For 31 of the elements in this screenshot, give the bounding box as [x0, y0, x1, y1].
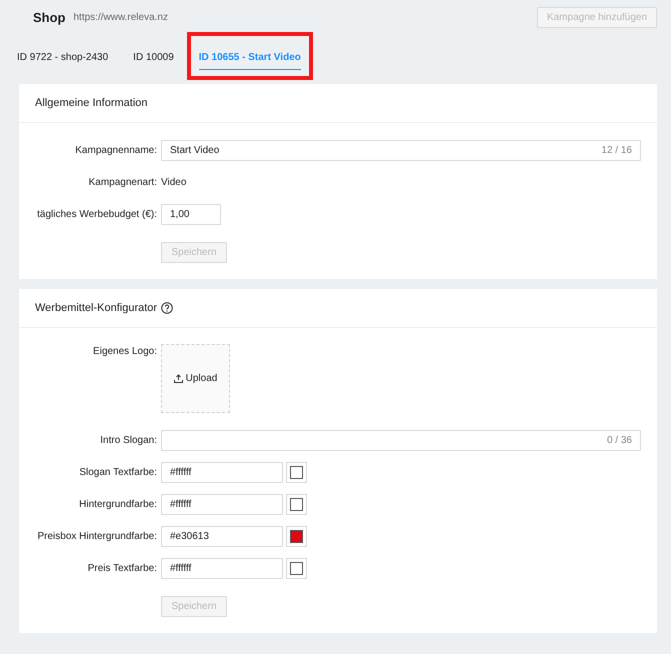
color-field[interactable]: #e30613: [161, 526, 283, 546]
shop-title: Shop: [33, 10, 66, 24]
field-label: Kampagnenname:: [75, 144, 157, 156]
field-label: Intro Slogan:: [100, 434, 157, 446]
budget-field[interactable]: 1,00: [161, 204, 221, 224]
tab[interactable]: ID 10009: [133, 34, 174, 84]
field-label: Hintergrundfarbe:: [79, 498, 157, 510]
field-label: tägliches Werbebudget (€):: [37, 208, 157, 220]
text-field[interactable]: 0 / 36: [161, 430, 641, 450]
color-picker[interactable]: [286, 494, 307, 514]
field-label: Preisbox Hintergrundfarbe:: [37, 530, 157, 542]
color-field[interactable]: #ffffff: [161, 494, 283, 514]
upload-icon: [174, 374, 183, 383]
field-label: Preis Textfarbe:: [88, 562, 157, 574]
text-field[interactable]: Start Video 12 / 16: [161, 140, 641, 160]
upload-label: Upload: [186, 373, 218, 384]
section-title: Allgemeine Information: [35, 97, 148, 109]
upload-area[interactable]: Upload: [161, 344, 230, 413]
color-picker[interactable]: [286, 558, 307, 578]
field-value: Video: [161, 176, 186, 188]
shop-url: https://www.releva.nz: [74, 12, 168, 22]
color-picker[interactable]: [286, 462, 307, 482]
field-label: Slogan Textfarbe:: [79, 466, 157, 478]
color-picker[interactable]: [286, 526, 307, 546]
help-icon[interactable]: [161, 302, 174, 314]
field-label: Kampagnenart:: [88, 176, 157, 188]
color-field[interactable]: #ffffff: [161, 462, 283, 482]
color-field[interactable]: #ffffff: [161, 558, 283, 578]
field-label: Eigenes Logo:: [93, 346, 157, 357]
section-title: Werbemittel-Konfigurator: [35, 302, 158, 314]
tab[interactable]: ID 9722 - shop-2430: [17, 34, 108, 84]
